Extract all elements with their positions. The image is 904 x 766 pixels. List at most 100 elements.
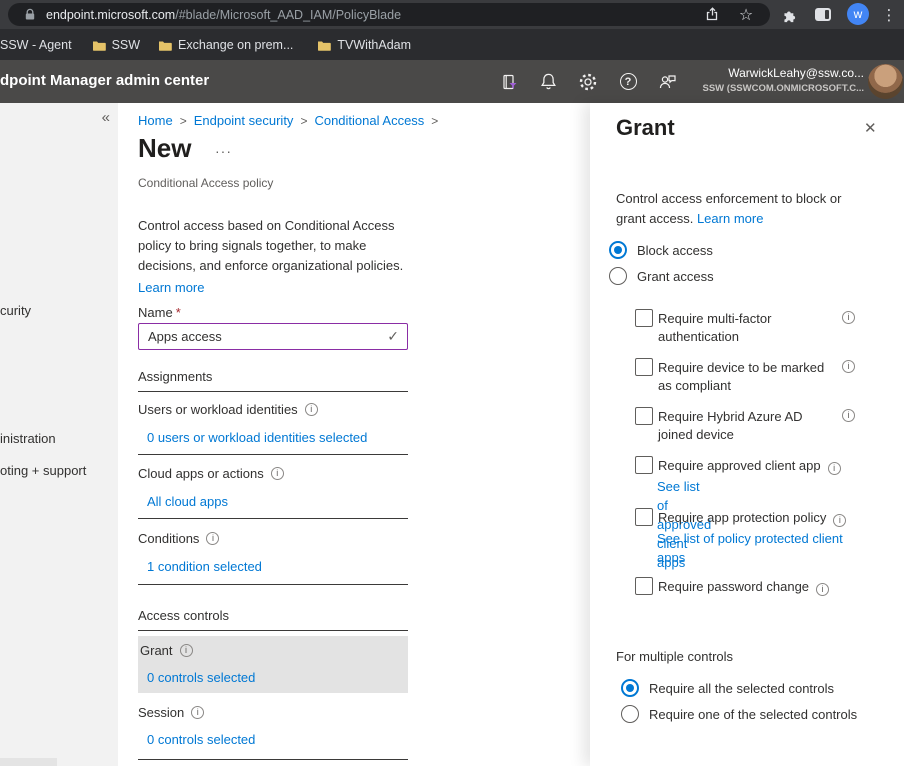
required-asterisk: *	[176, 305, 181, 320]
divider	[138, 630, 408, 631]
info-icon[interactable]: i	[816, 583, 829, 596]
radio-label: Block access	[637, 243, 713, 258]
sidebar-collapse-icon[interactable]: «	[102, 109, 110, 126]
grant-label: Granti	[140, 643, 193, 658]
browser-menu-icon[interactable]: ⋮	[874, 0, 904, 29]
bookmark-label: Exchange on prem...	[178, 38, 293, 52]
page-title: New	[138, 133, 191, 164]
settings-icon[interactable]	[568, 60, 608, 103]
radio-icon	[609, 241, 627, 259]
protected-apps-list-link[interactable]: See list of policy protected client apps	[657, 529, 857, 567]
radio-block-access[interactable]: Block access	[609, 241, 713, 259]
browser-toolbar: endpoint.microsoft.com/#blade/Microsoft_…	[0, 0, 904, 29]
info-icon[interactable]: i	[305, 403, 318, 416]
info-icon[interactable]: i	[842, 311, 855, 324]
assignments-header: Assignments	[138, 369, 212, 384]
panel-description: Control access enforcement to block or g…	[616, 189, 872, 229]
breadcrumb-home[interactable]: Home	[138, 113, 173, 128]
radio-grant-access[interactable]: Grant access	[609, 267, 714, 285]
checkbox-icon[interactable]	[635, 309, 653, 327]
url-host: endpoint.microsoft.com	[46, 8, 175, 22]
breadcrumb-separator: >	[180, 114, 187, 128]
info-icon[interactable]: i	[180, 644, 193, 657]
folder-icon	[92, 39, 106, 51]
grant-section-selected[interactable]: Granti 0 controls selected	[138, 636, 408, 693]
page-menu-icon[interactable]: ···	[215, 143, 232, 159]
info-icon[interactable]: i	[842, 360, 855, 373]
notifications-icon[interactable]	[528, 60, 568, 103]
info-icon[interactable]: i	[271, 467, 284, 480]
feedback-icon[interactable]	[648, 60, 688, 103]
admin-header: dpoint Manager admin center ? WarwickLea…	[0, 60, 904, 103]
info-icon[interactable]: i	[833, 514, 846, 527]
screen: endpoint.microsoft.com/#blade/Microsoft_…	[0, 0, 904, 766]
conditions-label: Conditionsi	[138, 531, 219, 546]
app-title: dpoint Manager admin center	[0, 72, 209, 89]
close-icon[interactable]: ✕	[864, 119, 877, 137]
checkbox-icon[interactable]	[635, 508, 653, 526]
name-input[interactable]	[138, 323, 408, 350]
account-info[interactable]: WarwickLeahy@ssw.co... SSW (SSWCOM.ONMIC…	[703, 65, 865, 95]
sidebar-item-endpoint-security[interactable]: curity	[0, 303, 31, 318]
bookmark-folder[interactable]: TVWithAdam	[317, 38, 411, 52]
bookmark-label: TVWithAdam	[337, 38, 411, 52]
checkbox-icon[interactable]	[635, 358, 653, 376]
extensions-icon[interactable]	[773, 0, 803, 29]
folder-icon	[317, 39, 331, 51]
info-icon[interactable]: i	[828, 462, 841, 475]
form-description: Control access based on Conditional Acce…	[138, 216, 414, 298]
url-text[interactable]: endpoint.microsoft.com/#blade/Microsoft_…	[46, 8, 401, 22]
users-label: Users or workload identitiesi	[138, 402, 318, 417]
share-icon[interactable]	[697, 0, 727, 29]
multiple-controls-label: For multiple controls	[616, 649, 733, 664]
lock-icon[interactable]	[24, 8, 36, 21]
breadcrumb-conditional-access[interactable]: Conditional Access	[314, 113, 424, 128]
url-path: /#blade/Microsoft_AAD_IAM/PolicyBlade	[175, 8, 401, 22]
bookmark-folder[interactable]: Exchange on prem...	[158, 38, 293, 52]
user-email: WarwickLeahy@ssw.co...	[703, 65, 865, 82]
bookmark-folder[interactable]: SSW	[92, 38, 140, 52]
checkbox-icon[interactable]	[635, 456, 653, 474]
divider	[138, 759, 408, 760]
info-icon[interactable]: i	[842, 409, 855, 422]
help-icon[interactable]: ?	[608, 60, 648, 103]
users-selected-link[interactable]: 0 users or workload identities selected	[147, 430, 367, 445]
sidebar-item-troubleshooting-support[interactable]: oting + support	[0, 463, 86, 478]
radio-label: Require all the selected controls	[649, 681, 834, 696]
page-subtitle: Conditional Access policy	[138, 176, 273, 190]
breadcrumb: Home > Endpoint security > Conditional Acces…	[138, 113, 445, 128]
radio-label: Grant access	[637, 269, 714, 284]
checkbox-icon[interactable]	[635, 407, 653, 425]
cloud-apps-label: Cloud apps or actionsi	[138, 466, 284, 481]
sidebar: « curity inistration oting + support	[0, 103, 118, 766]
browser-profile-avatar[interactable]: w	[847, 3, 869, 25]
address-bar[interactable]: endpoint.microsoft.com/#blade/Microsoft_…	[8, 3, 770, 26]
checkmark-icon: ✓	[387, 328, 399, 345]
radio-icon	[609, 267, 627, 285]
learn-more-link[interactable]: Learn more	[697, 211, 763, 226]
sidebar-item-tenant-administration[interactable]: inistration	[0, 431, 56, 446]
session-controls-link[interactable]: 0 controls selected	[147, 732, 255, 747]
breadcrumb-separator: >	[300, 114, 307, 128]
radio-require-all-controls[interactable]: Require all the selected controls	[621, 679, 834, 697]
breadcrumb-endpoint-security[interactable]: Endpoint security	[194, 113, 294, 128]
info-icon[interactable]: i	[206, 532, 219, 545]
conditions-link[interactable]: 1 condition selected	[147, 559, 262, 574]
grant-controls-link[interactable]: 0 controls selected	[147, 670, 255, 685]
checkbox-icon[interactable]	[635, 577, 653, 595]
directory-filter-icon[interactable]	[490, 60, 530, 103]
radio-icon	[621, 679, 639, 697]
cloud-apps-link[interactable]: All cloud apps	[147, 494, 228, 509]
bookmark-label: SSW - Agent	[0, 38, 72, 52]
learn-more-link[interactable]: Learn more	[138, 278, 414, 298]
info-icon[interactable]: i	[191, 706, 204, 719]
user-avatar[interactable]	[868, 64, 903, 99]
panel-title: Grant	[616, 115, 675, 141]
divider	[138, 518, 408, 519]
folder-icon	[158, 39, 172, 51]
bookmark-item[interactable]: SSW - Agent	[0, 38, 72, 52]
radio-require-one-control[interactable]: Require one of the selected controls	[621, 705, 857, 723]
bookmark-star-icon[interactable]: ☆	[731, 0, 761, 29]
side-panel-icon[interactable]	[808, 0, 838, 29]
divider	[138, 584, 408, 585]
